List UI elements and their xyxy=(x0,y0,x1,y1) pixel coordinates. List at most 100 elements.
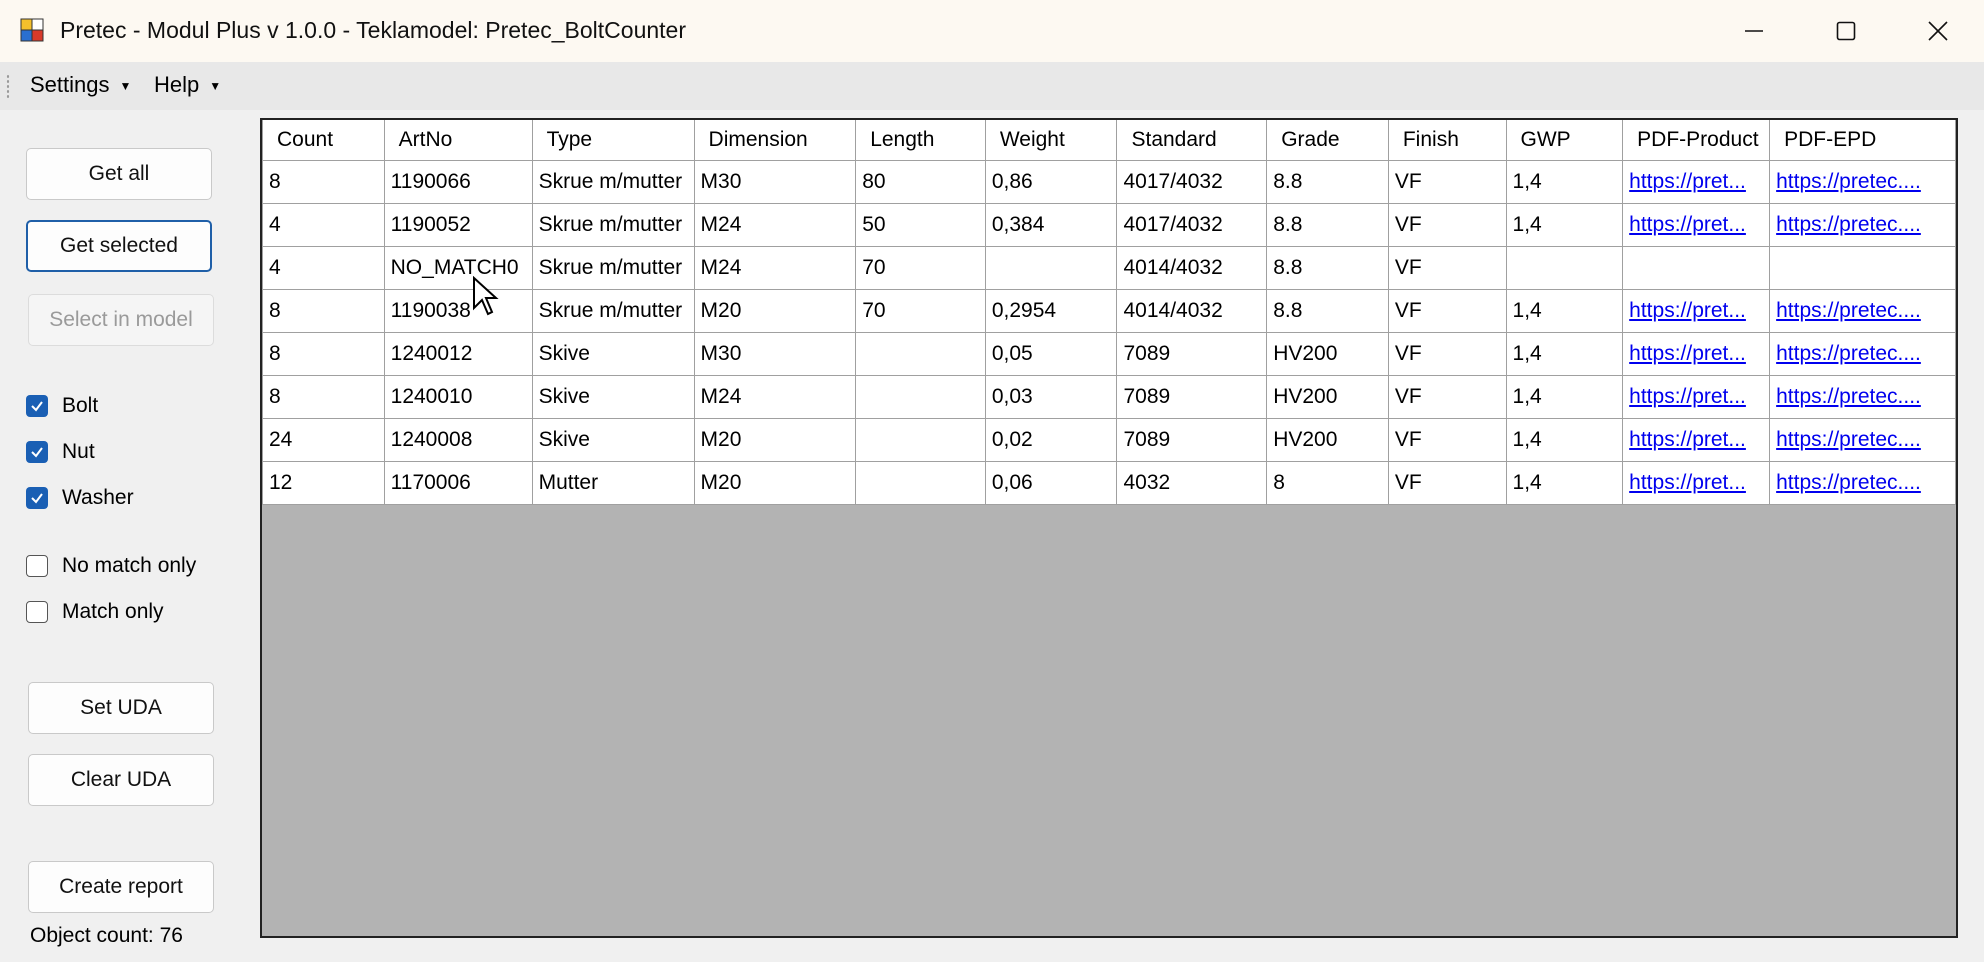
table-cell[interactable]: https://pret... xyxy=(1622,460,1771,505)
table-cell[interactable]: https://pret... xyxy=(1622,417,1771,462)
minimize-button[interactable] xyxy=(1716,0,1792,62)
match-only-checkbox[interactable]: Match only xyxy=(26,600,164,624)
table-cell[interactable]: VF xyxy=(1387,288,1507,333)
table-cell[interactable]: 4032 xyxy=(1116,460,1268,505)
table-cell[interactable]: M30 xyxy=(693,331,857,376)
pdf-link[interactable]: https://pret... xyxy=(1629,299,1746,322)
table-cell[interactable]: 0,06 xyxy=(984,460,1118,505)
table-cell[interactable]: Skive xyxy=(531,374,695,419)
table-cell[interactable]: 12 xyxy=(262,460,385,505)
table-cell[interactable]: 0,02 xyxy=(984,417,1118,462)
table-cell[interactable]: Mutter xyxy=(531,460,695,505)
table-cell[interactable]: Skrue m/mutter xyxy=(531,159,695,204)
table-cell[interactable]: https://pretec.... xyxy=(1769,460,1956,505)
table-cell[interactable] xyxy=(855,417,986,462)
table-cell[interactable]: 0,86 xyxy=(984,159,1118,204)
table-cell[interactable] xyxy=(855,331,986,376)
table-cell[interactable]: 50 xyxy=(855,202,986,247)
table-cell[interactable]: HV200 xyxy=(1266,331,1389,376)
table-cell[interactable] xyxy=(855,374,986,419)
table-cell[interactable]: 1,4 xyxy=(1505,202,1624,247)
results-grid[interactable]: Count ArtNo Type Dimension Length Weight Stand… xyxy=(260,118,1958,938)
table-cell[interactable]: VF xyxy=(1387,202,1507,247)
table-cell[interactable]: https://pret... xyxy=(1622,202,1771,247)
table-cell[interactable]: 1,4 xyxy=(1505,331,1624,376)
set-uda-button[interactable]: Set UDA xyxy=(28,682,214,734)
table-cell[interactable]: 1,4 xyxy=(1505,288,1624,333)
column-header-length[interactable]: Length xyxy=(855,120,986,161)
column-header-finish[interactable]: Finish xyxy=(1387,120,1507,161)
pdf-link[interactable]: https://pretec.... xyxy=(1776,170,1921,193)
table-cell[interactable] xyxy=(855,460,986,505)
nut-checkbox[interactable]: Nut xyxy=(26,440,95,464)
table-cell[interactable]: 8.8 xyxy=(1266,202,1389,247)
table-cell[interactable]: 1,4 xyxy=(1505,374,1624,419)
table-cell[interactable]: HV200 xyxy=(1266,417,1389,462)
table-row[interactable]: 4 NO_MATCH0 Skrue m/mutter M24 70 4014/4032 8.… xyxy=(262,245,1956,290)
table-cell[interactable]: VF xyxy=(1387,460,1507,505)
table-cell[interactable]: https://pretec.... xyxy=(1769,202,1956,247)
column-header-standard[interactable]: Standard xyxy=(1116,120,1268,161)
table-cell[interactable]: 8 xyxy=(1266,460,1389,505)
table-cell[interactable]: 1240012 xyxy=(383,331,533,376)
table-cell[interactable]: https://pretec.... xyxy=(1769,159,1956,204)
table-cell[interactable]: 7089 xyxy=(1116,374,1268,419)
table-cell[interactable]: https://pret... xyxy=(1622,374,1771,419)
table-cell[interactable]: 1240010 xyxy=(383,374,533,419)
table-cell[interactable]: https://pretec.... xyxy=(1769,374,1956,419)
table-cell[interactable]: 8.8 xyxy=(1266,288,1389,333)
table-cell[interactable]: NO_MATCH0 xyxy=(383,245,533,290)
no-match-only-checkbox[interactable]: No match only xyxy=(26,554,196,578)
pdf-link[interactable]: https://pretec.... xyxy=(1776,385,1921,408)
column-header-pdf-epd[interactable]: PDF-EPD xyxy=(1769,120,1956,161)
table-cell[interactable]: 80 xyxy=(855,159,986,204)
table-cell[interactable]: HV200 xyxy=(1266,374,1389,419)
table-cell[interactable]: VF xyxy=(1387,417,1507,462)
table-cell[interactable]: 7089 xyxy=(1116,331,1268,376)
pdf-link[interactable]: https://pret... xyxy=(1629,428,1746,451)
table-cell[interactable]: M24 xyxy=(693,202,857,247)
get-all-button[interactable]: Get all xyxy=(26,148,212,200)
table-cell[interactable]: https://pret... xyxy=(1622,159,1771,204)
column-header-weight[interactable]: Weight xyxy=(984,120,1118,161)
table-cell[interactable]: 1190052 xyxy=(383,202,533,247)
table-cell[interactable]: 1,4 xyxy=(1505,159,1624,204)
table-cell[interactable] xyxy=(1622,245,1771,290)
maximize-button[interactable] xyxy=(1808,0,1884,62)
table-row[interactable]: 8 1190066 Skrue m/mutter M30 80 0,86 4017/4032… xyxy=(262,159,1956,204)
table-cell[interactable] xyxy=(1769,245,1956,290)
table-cell[interactable]: https://pret... xyxy=(1622,331,1771,376)
table-cell[interactable]: M24 xyxy=(693,245,857,290)
bolt-checkbox[interactable]: Bolt xyxy=(26,394,98,418)
table-cell[interactable]: 24 xyxy=(262,417,385,462)
table-cell[interactable]: 4014/4032 xyxy=(1116,288,1268,333)
table-cell[interactable]: 4017/4032 xyxy=(1116,159,1268,204)
pdf-link[interactable]: https://pretec.... xyxy=(1776,299,1921,322)
table-cell[interactable]: 1240008 xyxy=(383,417,533,462)
pdf-link[interactable]: https://pret... xyxy=(1629,385,1746,408)
table-cell[interactable]: 8 xyxy=(262,331,385,376)
table-row[interactable]: 8 1240012 Skive M30 0,05 7089 HV200 VF 1,4 https:… xyxy=(262,331,1956,376)
table-cell[interactable]: 8.8 xyxy=(1266,245,1389,290)
table-cell[interactable]: VF xyxy=(1387,374,1507,419)
column-header-gwp[interactable]: GWP xyxy=(1505,120,1624,161)
table-cell[interactable]: 8 xyxy=(262,288,385,333)
table-cell[interactable]: 1,4 xyxy=(1505,417,1624,462)
table-cell[interactable]: https://pretec.... xyxy=(1769,417,1956,462)
table-cell[interactable]: 1,4 xyxy=(1505,460,1624,505)
table-cell[interactable]: https://pret... xyxy=(1622,288,1771,333)
table-cell[interactable]: 1190066 xyxy=(383,159,533,204)
column-header-dimension[interactable]: Dimension xyxy=(693,120,857,161)
pdf-link[interactable]: https://pretec.... xyxy=(1776,428,1921,451)
table-cell[interactable]: 4 xyxy=(262,202,385,247)
column-header-artno[interactable]: ArtNo xyxy=(383,120,533,161)
pdf-link[interactable]: https://pret... xyxy=(1629,213,1746,236)
table-cell[interactable]: VF xyxy=(1387,331,1507,376)
table-cell[interactable]: M30 xyxy=(693,159,857,204)
table-cell[interactable]: 70 xyxy=(855,245,986,290)
table-cell[interactable]: Skrue m/mutter xyxy=(531,202,695,247)
table-row[interactable]: 8 1190038 Skrue m/mutter M20 70 0,2954 4014/40… xyxy=(262,288,1956,333)
pdf-link[interactable]: https://pret... xyxy=(1629,471,1746,494)
table-cell[interactable]: Skive xyxy=(531,331,695,376)
close-button[interactable] xyxy=(1900,0,1976,62)
